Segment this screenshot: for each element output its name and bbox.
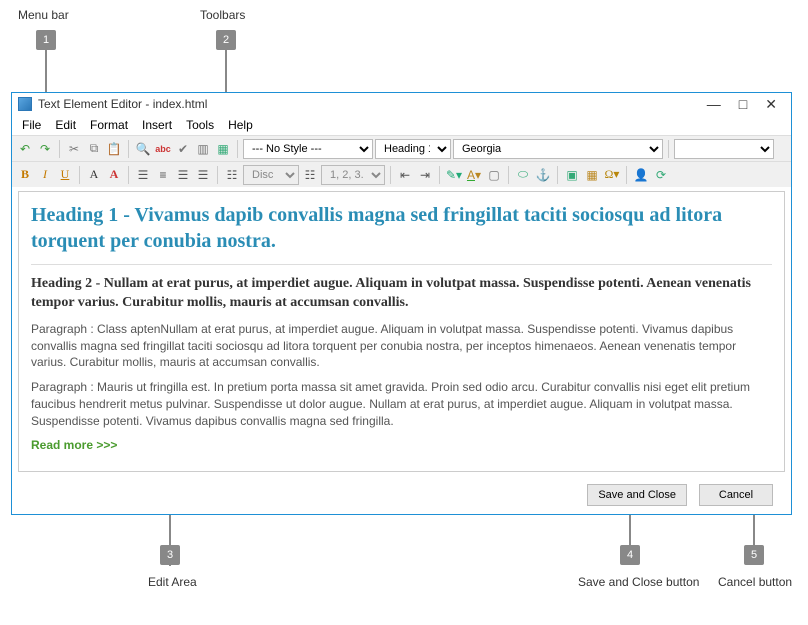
symbol-icon[interactable]: Ω▾ [603,166,621,184]
highlight-icon[interactable]: ✎▾ [445,166,463,184]
cancel-button[interactable]: Cancel [699,484,773,506]
toolbar-row-1: ↶ ↷ ✂ ⧉ 📋 🔍 abc ✔ ▥ ▦ --- No Style --- H… [12,135,791,161]
callout-num-4: 4 [620,545,640,565]
underline-icon[interactable]: U [56,166,74,184]
table-icon[interactable]: ▦ [583,166,601,184]
callout-label-editarea: Edit Area [148,575,197,589]
cut-icon[interactable]: ✂ [65,140,83,158]
minimize-button[interactable]: — [707,96,721,113]
separator [128,140,129,158]
callout-label-toolbars: Toolbars [200,8,245,22]
bold-icon[interactable]: B [16,166,34,184]
separator [128,166,129,184]
content-heading-1[interactable]: Heading 1 - Vivamus dapib convallis magn… [31,202,772,254]
separator [668,140,669,158]
callout-label-menubar: Menu bar [18,8,69,22]
separator [557,166,558,184]
window-title: Text Element Editor - index.html [38,97,707,111]
style-select[interactable]: --- No Style --- [243,139,373,159]
list-style-select[interactable]: Disc [243,165,299,185]
anchor-icon[interactable]: ⚓ [534,166,552,184]
outdent-icon[interactable]: ⇤ [396,166,414,184]
separator [439,166,440,184]
font-color-icon[interactable]: A [105,166,123,184]
doc-icon[interactable]: ▦ [214,140,232,158]
editor-window: Text Element Editor - index.html — □ ✕ F… [11,92,792,515]
menu-insert[interactable]: Insert [136,116,178,134]
paste-icon[interactable]: 📋 [105,140,123,158]
callout-num-3: 3 [160,545,180,565]
image-icon[interactable]: ▣ [563,166,581,184]
callout-label-cancel: Cancel button [718,575,792,589]
callout-num-1: 1 [36,30,56,50]
align-justify-icon[interactable]: ☰ [194,166,212,184]
menu-file[interactable]: File [16,116,47,134]
content-paragraph-2[interactable]: Paragraph : Mauris ut fringilla est. In … [31,379,772,429]
separator [217,166,218,184]
read-more-link[interactable]: Read more >>> [31,438,772,452]
separator [626,166,627,184]
heading-select[interactable]: Heading 1 [375,139,451,159]
align-right-icon[interactable]: ☰ [174,166,192,184]
align-center-icon[interactable]: ≡ [154,166,172,184]
content-divider [31,264,772,265]
callout-num-5: 5 [744,545,764,565]
callout-line-4 [629,510,631,546]
font-size-select[interactable] [674,139,774,159]
edit-area[interactable]: Heading 1 - Vivamus dapib convallis magn… [18,191,785,472]
content-heading-2[interactable]: Heading 2 - Nullam at erat purus, at imp… [31,275,772,313]
callout-line-5 [753,510,755,546]
font-icon[interactable]: A [85,166,103,184]
spellcheck-icon[interactable]: ✔ [174,140,192,158]
link-icon[interactable]: ⬭ [514,166,532,184]
text-color-icon[interactable]: A▾ [465,166,483,184]
refresh-icon[interactable]: ⟳ [652,166,670,184]
replace-icon[interactable]: abc [154,140,172,158]
separator [390,166,391,184]
clear-format-icon[interactable]: ▢ [485,166,503,184]
separator [237,140,238,158]
align-left-icon[interactable]: ☰ [134,166,152,184]
indent-icon[interactable]: ⇥ [416,166,434,184]
callout-label-save: Save and Close button [578,575,699,589]
dialog-footer: Save and Close Cancel [12,476,791,514]
italic-icon[interactable]: I [36,166,54,184]
page-icon[interactable]: ▥ [194,140,212,158]
separator [59,140,60,158]
menu-edit[interactable]: Edit [49,116,82,134]
content-paragraph-1[interactable]: Paragraph : Class aptenNullam at erat pu… [31,321,772,371]
app-icon [18,97,32,111]
separator [79,166,80,184]
find-icon[interactable]: 🔍 [134,140,152,158]
font-select[interactable]: Georgia [453,139,663,159]
close-button[interactable]: ✕ [765,96,777,113]
separator [508,166,509,184]
numlist-style-select[interactable]: 1, 2, 3... [321,165,385,185]
titlebar: Text Element Editor - index.html — □ ✕ [12,93,791,115]
menubar: File Edit Format Insert Tools Help [12,115,791,135]
redo-icon[interactable]: ↷ [36,140,54,158]
save-and-close-button[interactable]: Save and Close [587,484,687,506]
menu-format[interactable]: Format [84,116,134,134]
menu-help[interactable]: Help [222,116,259,134]
user-icon[interactable]: 👤 [632,166,650,184]
list-icon[interactable]: ☷ [223,166,241,184]
menu-tools[interactable]: Tools [180,116,220,134]
numlist-icon[interactable]: ☷ [301,166,319,184]
undo-icon[interactable]: ↶ [16,140,34,158]
callout-num-2: 2 [216,30,236,50]
copy-icon[interactable]: ⧉ [85,140,103,158]
maximize-button[interactable]: □ [739,96,747,113]
toolbar-row-2: B I U A A ☰ ≡ ☰ ☰ ☷ Disc ☷ 1, 2, 3... ⇤ … [12,161,791,187]
